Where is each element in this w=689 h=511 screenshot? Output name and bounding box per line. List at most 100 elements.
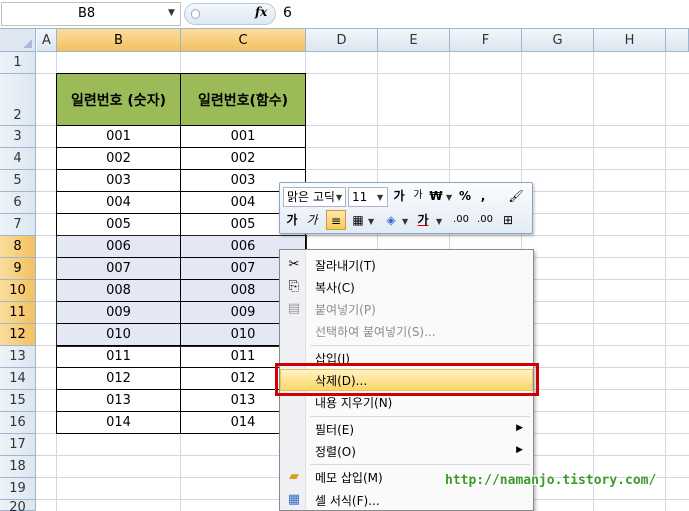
font-color-button[interactable]: 가 — [414, 210, 432, 230]
row-header[interactable]: 4 — [0, 148, 36, 170]
italic-icon: 가 — [306, 213, 318, 227]
menu-item-label: 잘라내기(T) — [315, 259, 376, 273]
column-header[interactable]: C — [181, 29, 306, 52]
menu-item-label: 복사(C) — [315, 281, 355, 295]
table-cell[interactable]: 005 — [56, 214, 181, 236]
row-header[interactable]: 5 — [0, 170, 36, 192]
grow-font-button[interactable]: 가 — [391, 186, 407, 206]
select-all-icon — [23, 39, 32, 48]
row-header[interactable]: 6 — [0, 192, 36, 214]
table-cell[interactable]: 011 — [56, 346, 181, 368]
row-header[interactable]: 12 — [0, 324, 36, 346]
chevron-down-icon[interactable]: ▼ — [446, 193, 452, 202]
shrink-font-button[interactable]: 가 — [411, 186, 425, 206]
menu-item-sort[interactable]: 정렬(O) ▶ — [280, 440, 533, 462]
menu-item-cut[interactable]: ✂ 잘라내기(T) — [280, 254, 533, 276]
gridline — [665, 52, 666, 511]
format-painter-icon: 🖌 — [508, 189, 524, 203]
chevron-down-icon[interactable]: ▼ — [377, 193, 383, 202]
row-header[interactable]: 1 — [0, 52, 36, 74]
column-header[interactable]: B — [57, 29, 181, 52]
row-header[interactable]: 3 — [0, 126, 36, 148]
row-header[interactable]: 8 — [0, 236, 36, 258]
row-header[interactable]: 15 — [0, 390, 36, 412]
row-header[interactable]: 14 — [0, 368, 36, 390]
table-cell[interactable]: 013 — [56, 390, 181, 412]
menu-item-label: 선택하여 붙여넣기(S)... — [315, 325, 436, 339]
menu-item-copy[interactable]: ⎘ 복사(C) — [280, 276, 533, 298]
formula-bar: B8 ▼ fx 6 — [0, 0, 689, 29]
table-header-cell[interactable]: 일련번호 (숫자) — [56, 73, 181, 126]
table-cell[interactable]: 002 — [180, 148, 306, 170]
column-header[interactable]: A — [37, 29, 57, 52]
comma-icon: , — [480, 189, 486, 203]
font-name-value: 맑은 고딕 — [287, 190, 335, 204]
row-header[interactable]: 7 — [0, 214, 36, 236]
row-header[interactable]: 9 — [0, 258, 36, 280]
name-box[interactable]: B8 ▼ — [1, 2, 181, 26]
resize-handle-icon[interactable] — [191, 9, 200, 19]
chevron-down-icon[interactable]: ▼ — [168, 8, 175, 18]
chevron-down-icon[interactable]: ▼ — [368, 217, 374, 226]
decrease-decimal-button[interactable]: .00 — [474, 210, 496, 230]
comma-button[interactable]: , — [476, 186, 490, 206]
row-header[interactable]: 2 — [0, 74, 36, 126]
table-cell[interactable]: 012 — [56, 368, 181, 390]
chevron-down-icon[interactable]: ▼ — [336, 193, 342, 202]
row-header[interactable]: 18 — [0, 456, 36, 478]
column-header[interactable]: G — [522, 29, 594, 52]
menu-item-paste-special[interactable]: 선택하여 붙여넣기(S)... — [280, 320, 533, 342]
copy-icon: ⎘ — [288, 279, 300, 294]
menu-item-filter[interactable]: 필터(E) ▶ — [280, 418, 533, 440]
select-all-button[interactable] — [0, 29, 36, 52]
row-header[interactable]: 17 — [0, 434, 36, 456]
percent-button[interactable]: % — [458, 186, 472, 206]
chevron-down-icon[interactable]: ▼ — [436, 217, 442, 226]
italic-button[interactable]: 가 — [304, 210, 320, 230]
column-header[interactable] — [666, 29, 689, 52]
column-header[interactable]: E — [378, 29, 450, 52]
comment-icon: ▰ — [289, 469, 299, 484]
table-cell[interactable]: 014 — [56, 412, 181, 434]
fill-color-button[interactable]: ◈ — [382, 210, 400, 230]
menu-separator — [310, 416, 530, 417]
table-cell[interactable]: 003 — [56, 170, 181, 192]
insert-function-icon[interactable]: fx — [255, 5, 267, 19]
currency-button[interactable]: ₩ — [428, 186, 444, 206]
table-cell[interactable]: 001 — [180, 126, 306, 148]
gridline — [593, 52, 594, 511]
bold-button[interactable]: 가 — [284, 210, 300, 230]
column-header[interactable]: F — [450, 29, 522, 52]
increase-decimal-icon: .00 — [453, 214, 469, 225]
table-cell[interactable]: 004 — [56, 192, 181, 214]
align-center-icon: ≡ — [330, 214, 342, 228]
annotation-highlight-box — [275, 363, 539, 396]
row-header[interactable]: 11 — [0, 302, 36, 324]
table-header-cell[interactable]: 일련번호(함수) — [180, 73, 306, 126]
column-header[interactable]: H — [594, 29, 666, 52]
chevron-down-icon[interactable]: ▼ — [402, 217, 408, 226]
merge-center-button[interactable]: ⊞ — [498, 210, 518, 230]
table-cell[interactable]: 001 — [56, 126, 181, 148]
format-painter-button[interactable]: 🖌 — [506, 186, 526, 206]
row-header[interactable]: 19 — [0, 478, 36, 500]
table-cell[interactable]: 002 — [56, 148, 181, 170]
menu-item-format-cells[interactable]: ▦ 셀 서식(F)... — [280, 489, 533, 510]
column-header[interactable]: D — [306, 29, 378, 52]
increase-decimal-button[interactable]: .00 — [450, 210, 472, 230]
font-size-value: 11 — [352, 190, 368, 204]
menu-item-label: 내용 지우기(N) — [315, 396, 393, 410]
format-cells-icon: ▦ — [287, 492, 301, 507]
formula-input[interactable]: 6 — [283, 5, 292, 21]
borders-button[interactable]: ▦ — [350, 210, 366, 230]
row-header[interactable]: 13 — [0, 346, 36, 368]
row-header[interactable]: 20 — [0, 500, 36, 511]
row-header[interactable]: 10 — [0, 280, 36, 302]
percent-icon: % — [458, 189, 472, 203]
menu-item-label: 메모 삽입(M) — [315, 471, 383, 485]
row-header[interactable]: 16 — [0, 412, 36, 434]
menu-item-paste[interactable]: ▤ 붙여넣기(P) — [280, 298, 533, 320]
font-color-icon: 가 — [417, 213, 429, 227]
menu-item-label: 필터(E) — [315, 423, 355, 437]
align-center-button[interactable]: ≡ — [326, 210, 346, 230]
